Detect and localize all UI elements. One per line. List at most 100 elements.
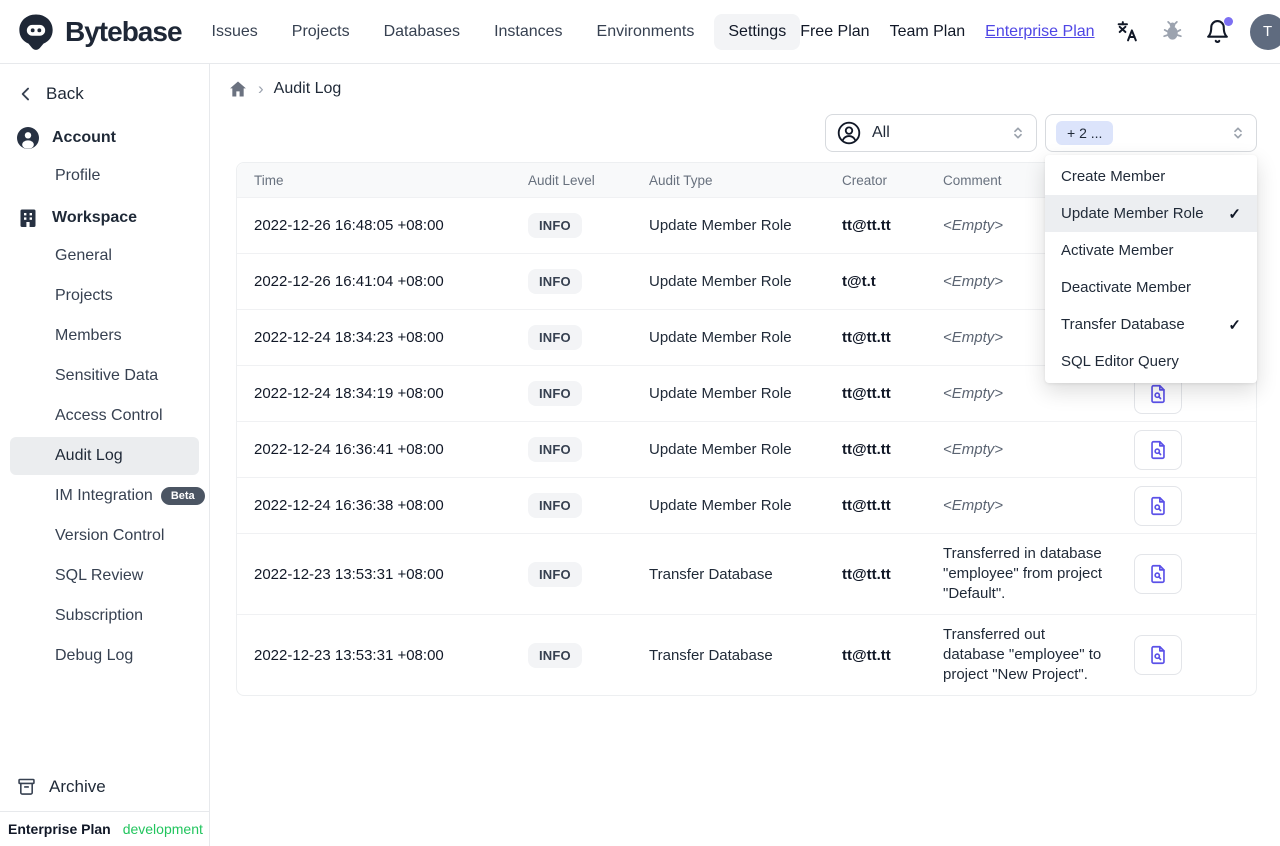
section-account: Account xyxy=(0,116,209,156)
section-workspace: Workspace xyxy=(0,196,209,236)
table-row: 2022-12-23 13:53:31 +08:00 INFO Transfer… xyxy=(237,614,1256,695)
menu-item-sql-editor-query[interactable]: SQL Editor Query✓ xyxy=(1045,343,1257,380)
back-button[interactable]: Back xyxy=(0,72,209,116)
archive-label: Archive xyxy=(49,776,106,796)
sidebar-item-label: Profile xyxy=(55,167,101,184)
sidebar-item-subscription[interactable]: Subscription xyxy=(10,597,199,635)
team-plan-link[interactable]: Team Plan xyxy=(890,23,966,41)
nav-link-issues[interactable]: Issues xyxy=(198,14,272,50)
menu-item-label: Activate Member xyxy=(1061,242,1174,259)
sidebar-item-projects[interactable]: Projects xyxy=(10,277,199,315)
user-avatar[interactable]: T xyxy=(1249,13,1280,50)
brand-name: Bytebase xyxy=(65,15,183,47)
sidebar-item-sensitive-data[interactable]: Sensitive Data xyxy=(10,357,199,395)
notification-dot xyxy=(1223,17,1233,26)
notifications-bell-icon[interactable] xyxy=(1205,17,1233,44)
view-detail-button[interactable] xyxy=(1134,429,1182,470)
sidebar-item-label: SQL Review xyxy=(55,567,144,584)
sidebar-item-sql-review[interactable]: SQL Review xyxy=(10,557,199,595)
audit-creator: tt@tt.tt xyxy=(842,385,891,402)
bytebase-logo[interactable]: Bytebase xyxy=(16,12,183,52)
nav-link-projects[interactable]: Projects xyxy=(278,14,364,50)
audit-level-badge: INFO xyxy=(528,325,582,350)
audit-type-filter-select[interactable]: + 2 ... xyxy=(1045,114,1257,152)
home-icon[interactable] xyxy=(228,79,248,99)
file-search-icon xyxy=(1151,384,1165,403)
audit-time: 2022-12-23 13:53:31 +08:00 xyxy=(254,646,444,664)
column-header-audit-type: Audit Type xyxy=(649,172,713,188)
archive-button[interactable]: Archive xyxy=(0,764,209,811)
sidebar-item-label: Version Control xyxy=(55,527,165,544)
nav-link-environments[interactable]: Environments xyxy=(583,14,709,50)
sidebar-item-profile[interactable]: Profile xyxy=(10,157,199,195)
sidebar-item-im-integration[interactable]: IM Integration Beta xyxy=(10,477,205,515)
creator-filter-select[interactable]: All xyxy=(825,114,1037,152)
audit-creator: t@t.t xyxy=(842,273,876,290)
menu-item-transfer-database[interactable]: Transfer Database ✓ xyxy=(1045,306,1257,343)
menu-item-deactivate-member[interactable]: Deactivate Member✓ xyxy=(1045,269,1257,306)
sidebar-item-label: IM Integration xyxy=(55,487,153,504)
bytebase-logo-icon xyxy=(19,14,53,50)
menu-item-label: Update Member Role xyxy=(1061,205,1204,222)
user-circle-icon xyxy=(17,127,39,149)
chevron-up-down-icon xyxy=(1230,125,1246,141)
plan-footer: Enterprise Plan development xyxy=(0,811,210,846)
sidebar-item-members[interactable]: Members xyxy=(10,317,199,355)
type-filter-wrap: + 2 ... Create Member✓ Update Member Rol… xyxy=(1045,114,1257,383)
audit-level-badge: INFO xyxy=(528,561,582,587)
menu-item-label: Create Member xyxy=(1061,168,1166,185)
type-filter-value: + 2 ... xyxy=(1056,121,1114,145)
audit-time: 2022-12-23 13:53:31 +08:00 xyxy=(254,565,444,583)
sidebar-item-version-control[interactable]: Version Control xyxy=(10,517,199,555)
section-account-title: Account xyxy=(52,129,116,146)
audit-type: Update Member Role xyxy=(649,497,792,514)
view-detail-button[interactable] xyxy=(1134,485,1182,526)
column-header-creator: Creator xyxy=(842,172,888,188)
file-search-icon xyxy=(1151,496,1165,515)
nav-link-instances[interactable]: Instances xyxy=(480,14,576,50)
view-detail-button[interactable] xyxy=(1134,554,1182,594)
nav-link-databases[interactable]: Databases xyxy=(370,14,475,50)
audit-creator: tt@tt.tt xyxy=(842,329,891,346)
current-plan-label: Enterprise Plan xyxy=(8,821,111,837)
bug-report-icon[interactable] xyxy=(1160,19,1185,44)
audit-level-badge: INFO xyxy=(528,493,582,518)
table-row: 2022-12-23 13:53:31 +08:00 INFO Transfer… xyxy=(237,533,1256,614)
column-header-time: Time xyxy=(254,172,284,188)
sidebar-item-audit-log[interactable]: Audit Log xyxy=(10,437,199,475)
file-search-icon xyxy=(1151,564,1165,584)
sidebar-item-general[interactable]: General xyxy=(10,237,199,275)
audit-creator: tt@tt.tt xyxy=(842,497,891,514)
filter-bar: All + 2 ... Create Member✓ xyxy=(236,114,1257,383)
audit-level-badge: INFO xyxy=(528,213,582,238)
translate-icon[interactable] xyxy=(1115,19,1140,44)
nav-link-settings[interactable]: Settings xyxy=(714,13,801,50)
sidebar-item-label: Subscription xyxy=(55,607,144,624)
sidebar-item-label: Projects xyxy=(55,287,113,304)
column-header-audit-level: Audit Level xyxy=(528,172,595,188)
audit-time: 2022-12-24 16:36:41 +08:00 xyxy=(254,441,444,458)
menu-item-activate-member[interactable]: Activate Member✓ xyxy=(1045,232,1257,269)
view-detail-button[interactable] xyxy=(1134,635,1182,675)
free-plan-link[interactable]: Free Plan xyxy=(800,23,869,41)
audit-comment: Transferred in database "employee" from … xyxy=(943,545,1103,602)
main-nav: Issues Projects Databases Instances Envi… xyxy=(198,13,801,50)
audit-time: 2022-12-24 16:36:38 +08:00 xyxy=(254,497,444,514)
enterprise-plan-link[interactable]: Enterprise Plan xyxy=(985,23,1094,41)
sidebar-item-label: General xyxy=(55,247,112,264)
audit-creator: tt@tt.tt xyxy=(842,217,891,234)
sidebar-item-access-control[interactable]: Access Control xyxy=(10,397,199,435)
back-label: Back xyxy=(46,84,84,103)
audit-comment: <Empty> xyxy=(943,440,1004,458)
audit-level-badge: INFO xyxy=(528,437,582,462)
audit-time: 2022-12-26 16:48:05 +08:00 xyxy=(254,217,444,234)
menu-item-label: Deactivate Member xyxy=(1061,279,1192,296)
sidebar-item-debug-log[interactable]: Debug Log xyxy=(10,637,199,675)
menu-item-create-member[interactable]: Create Member✓ xyxy=(1045,158,1257,195)
chevron-right-icon: › xyxy=(258,79,264,98)
audit-type: Transfer Database xyxy=(649,646,773,664)
audit-type: Update Member Role xyxy=(649,217,792,234)
menu-item-update-member-role[interactable]: Update Member Role ✓ xyxy=(1045,195,1257,232)
sidebar-item-label: Audit Log xyxy=(55,447,123,464)
audit-level-badge: INFO xyxy=(528,642,582,668)
